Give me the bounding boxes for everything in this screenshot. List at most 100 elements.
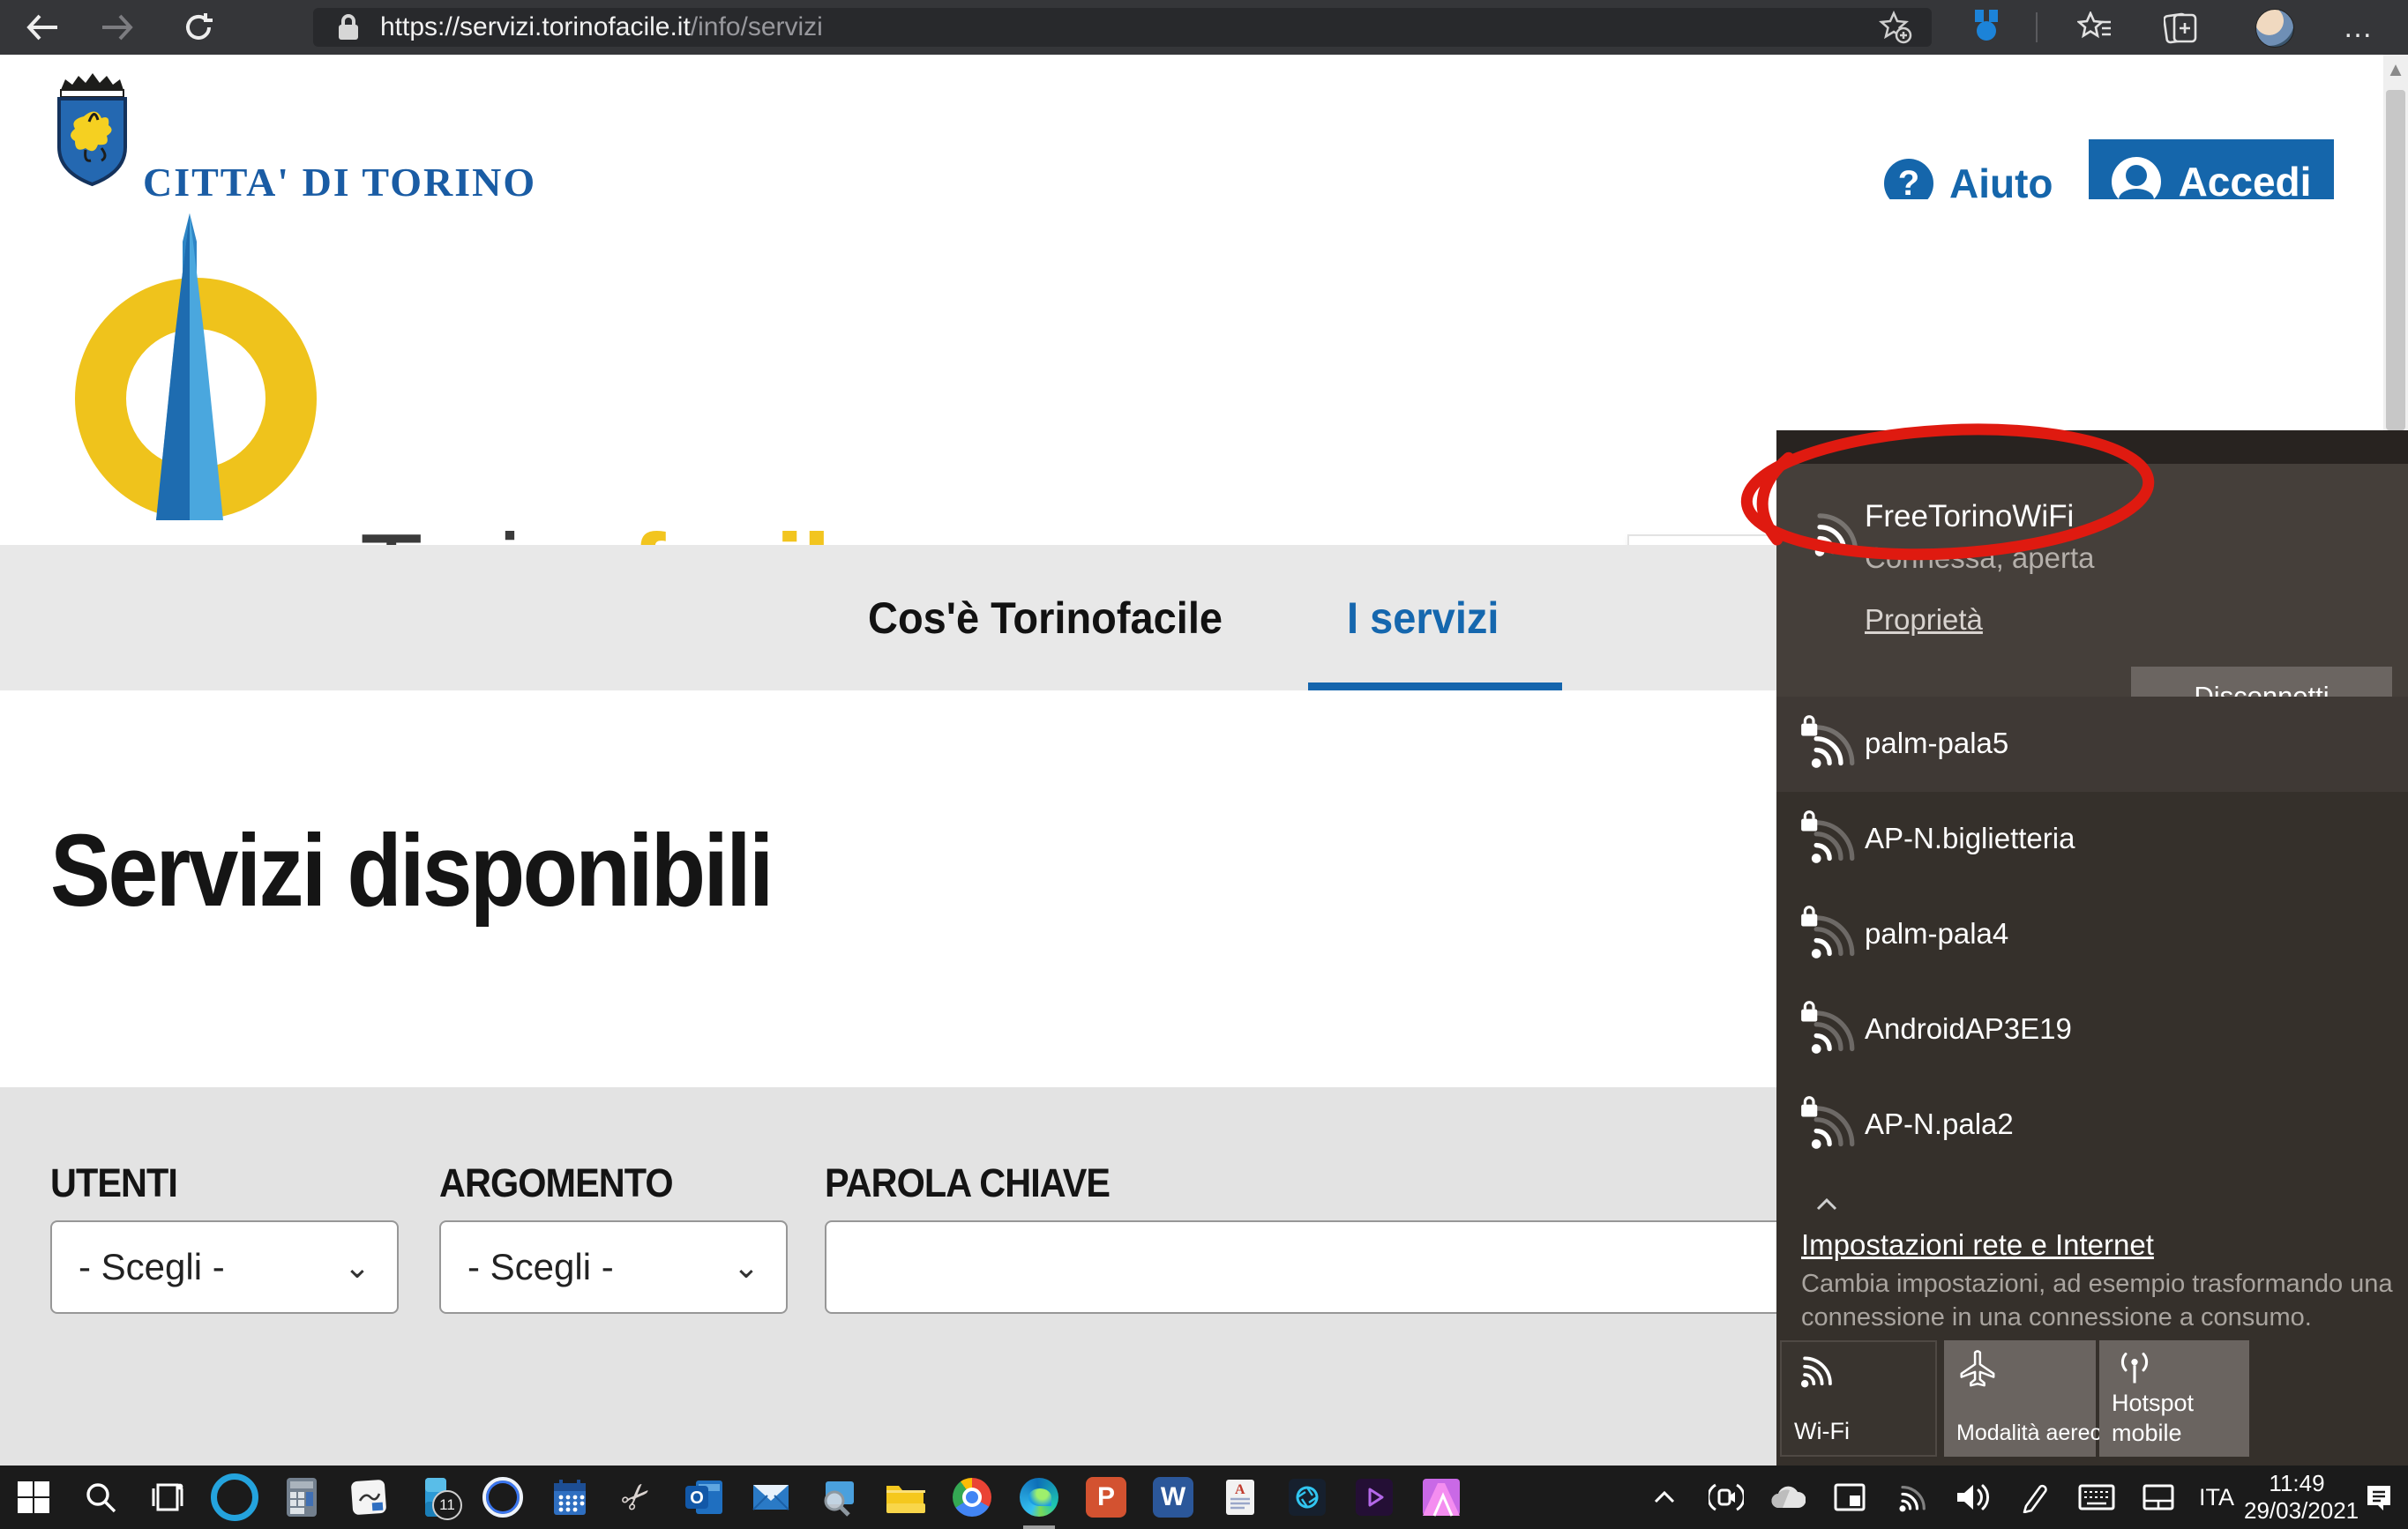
tab-i-servizi[interactable]: I servizi: [1347, 545, 1499, 690]
wifi-locked-icon: [1799, 809, 1856, 866]
task-view-icon[interactable]: [134, 1466, 201, 1529]
back-icon[interactable]: [16, 0, 69, 55]
utenti-label: UTENTI: [50, 1160, 177, 1206]
screen: https://servizi.torinofacile.it/info/ser…: [0, 0, 2408, 1529]
argomento-select[interactable]: - Scegli - ⌄: [439, 1220, 788, 1314]
start-button[interactable]: [0, 1466, 67, 1529]
photoshop-elements-icon[interactable]: [1274, 1466, 1341, 1529]
signal-app-icon[interactable]: [469, 1466, 536, 1529]
add-favorite-icon[interactable]: [1879, 11, 1912, 44]
word-icon[interactable]: W: [1140, 1466, 1207, 1529]
address-bar[interactable]: https://servizi.torinofacile.it/info/ser…: [313, 8, 1932, 47]
collapse-list-icon[interactable]: [1815, 1197, 1838, 1216]
tab-label: I servizi: [1347, 593, 1499, 644]
powerpoint-icon[interactable]: P: [1073, 1466, 1140, 1529]
site-header: CITTA' DI TORINO ? Aiuto Accedi: [0, 55, 2408, 201]
panel-top-strip: [1776, 430, 2408, 464]
magnifier-app-icon[interactable]: [804, 1466, 871, 1529]
network-ssid: palm-pala5: [1865, 727, 2008, 760]
chevron-down-icon: ⌄: [733, 1249, 759, 1286]
refresh-icon[interactable]: [172, 0, 225, 55]
properties-link[interactable]: Proprietà: [1865, 603, 1983, 637]
tray-chevron-up-icon[interactable]: [1634, 1466, 1695, 1529]
tray-volume-icon[interactable]: [1942, 1466, 2004, 1529]
svg-text:O: O: [690, 1488, 704, 1508]
more-menu-icon[interactable]: …: [2332, 0, 2385, 55]
cortana-icon[interactable]: [201, 1466, 268, 1529]
lock-icon: [336, 12, 361, 42]
network-item[interactable]: palm-pala4: [1776, 887, 2408, 982]
favorites-icon[interactable]: [2068, 0, 2121, 55]
tray-touch-keyboard-icon[interactable]: [2066, 1466, 2128, 1529]
tray-display-icon[interactable]: [1819, 1466, 1881, 1529]
airplane-mode-tile[interactable]: Modalità aereo: [1944, 1340, 2096, 1457]
premiere-elements-icon[interactable]: [1341, 1466, 1408, 1529]
collections-icon[interactable]: [2155, 0, 2208, 55]
scrollbar-thumb[interactable]: [2386, 90, 2405, 430]
network-item[interactable]: AP-N.pala2: [1776, 1078, 2408, 1173]
outlook-icon[interactable]: O: [670, 1466, 737, 1529]
forward-icon[interactable]: [91, 0, 144, 55]
clock-time: 11:49: [2244, 1470, 2350, 1497]
taskbar: 11 ✂ O: [0, 1466, 2408, 1529]
toolbar-separator: [2036, 12, 2038, 42]
network-ssid: AndroidAP3E19: [1865, 1012, 2072, 1046]
tab-cose-torinofacile[interactable]: Cos'è Torinofacile: [868, 545, 1223, 690]
wifi-toggle-tile[interactable]: Wi-Fi: [1780, 1340, 1937, 1457]
your-phone-icon[interactable]: 11: [402, 1466, 469, 1529]
url-path: /info/servizi: [691, 12, 823, 41]
calculator-icon[interactable]: [268, 1466, 335, 1529]
affinity-photo-icon[interactable]: [1408, 1466, 1475, 1529]
wordpad-icon[interactable]: A: [1207, 1466, 1274, 1529]
system-tray: ITA 11:49 29/03/2021: [1634, 1466, 2408, 1529]
network-item[interactable]: AP-N.biglietteria: [1776, 792, 2408, 887]
network-item[interactable]: palm-pala5: [1776, 697, 2408, 792]
language-indicator[interactable]: ITA: [2189, 1466, 2244, 1529]
edge-icon[interactable]: [1006, 1466, 1073, 1529]
snip-sketch-icon[interactable]: ✂: [603, 1466, 670, 1529]
chrome-icon[interactable]: [939, 1466, 1006, 1529]
tray-wifi-icon[interactable]: [1881, 1466, 1942, 1529]
mail-icon[interactable]: [737, 1466, 804, 1529]
parola-chiave-input[interactable]: [825, 1220, 1927, 1314]
network-item[interactable]: AndroidAP3E19: [1776, 982, 2408, 1078]
network-ssid: palm-pala4: [1865, 917, 2008, 951]
active-tab-indicator: [1308, 682, 1562, 690]
tray-pen-icon[interactable]: [2004, 1466, 2066, 1529]
url-main: https://servizi.torinofacile.it: [380, 12, 691, 41]
tray-camera-icon[interactable]: [1695, 1466, 1757, 1529]
browser-toolbar: https://servizi.torinofacile.it/info/ser…: [0, 0, 2408, 55]
wifi-locked-icon: [1799, 905, 1856, 961]
svg-text:A: A: [1235, 1482, 1245, 1497]
mobile-hotspot-tile[interactable]: Hotspot mobile: [2099, 1340, 2249, 1457]
torino-coat-of-arms: [50, 71, 134, 187]
taskbar-search-icon[interactable]: [67, 1466, 134, 1529]
connected-network-item[interactable]: FreeTorinoWiFi Connessa, aperta Propriet…: [1776, 464, 2408, 697]
utenti-select[interactable]: - Scegli - ⌄: [50, 1220, 399, 1314]
rewards-icon[interactable]: [1960, 0, 2013, 55]
whiteboard-icon[interactable]: [335, 1466, 402, 1529]
network-settings-link[interactable]: Impostazioni rete e Internet: [1801, 1228, 2154, 1262]
page-scrollbar[interactable]: ▲: [2383, 55, 2408, 430]
wifi-icon: [1794, 1351, 1836, 1390]
taskbar-clock[interactable]: 11:49 29/03/2021: [2244, 1470, 2350, 1525]
hotspot-icon: [2112, 1349, 2157, 1388]
action-center-icon[interactable]: [2350, 1466, 2408, 1529]
file-explorer-icon[interactable]: [871, 1466, 939, 1529]
scroll-up-arrow[interactable]: ▲: [2383, 55, 2408, 85]
calendar-icon[interactable]: [536, 1466, 603, 1529]
tab-label: Cos'è Torinofacile: [868, 593, 1223, 644]
tray-onedrive-icon[interactable]: [1757, 1466, 1819, 1529]
settings-description-line1: Cambia impostazioni, ad esempio trasform…: [1801, 1270, 2393, 1299]
login-label: Accedi: [2179, 158, 2312, 205]
tray-touchpad-icon[interactable]: [2128, 1466, 2189, 1529]
page-title: Servizi disponibili: [50, 811, 772, 929]
phone-badge: 11: [432, 1490, 462, 1520]
settings-description-line2: connessione in una connessione a consumo…: [1801, 1303, 2312, 1332]
wifi-locked-icon: [1799, 1000, 1856, 1056]
wifi-flyout-panel: FreeTorinoWiFi Connessa, aperta Propriet…: [1776, 430, 2408, 1466]
chevron-down-icon: ⌄: [344, 1249, 370, 1286]
profile-avatar[interactable]: [2255, 9, 2294, 48]
tile-label: Modalità aereo: [1956, 1418, 2102, 1448]
wifi-connected-icon: [1805, 503, 1861, 559]
